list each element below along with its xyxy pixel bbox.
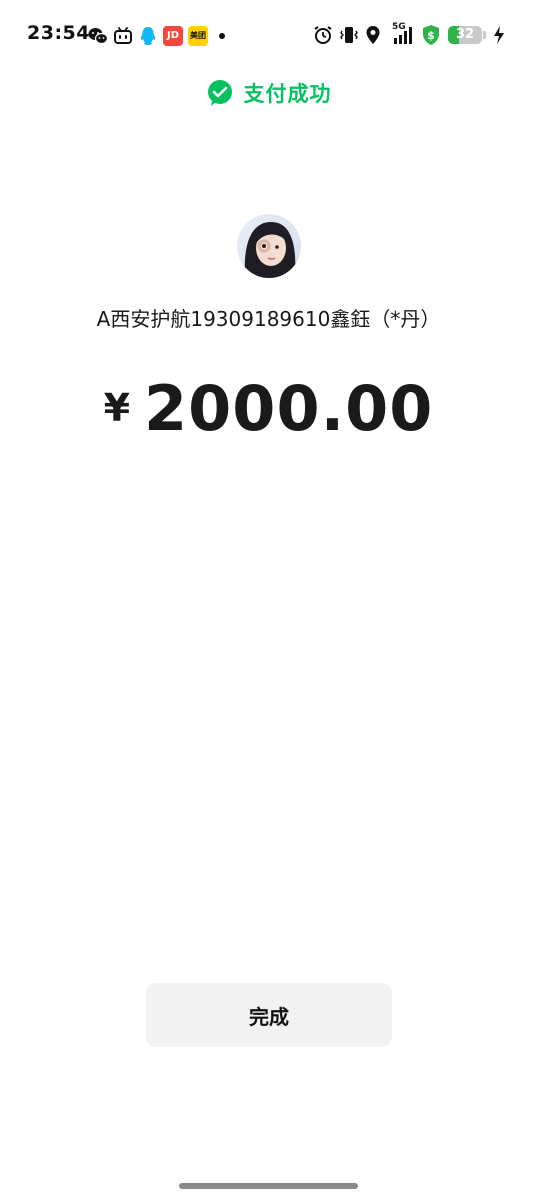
notification-icons: JD 美团 <box>88 24 225 48</box>
charging-bolt-icon <box>493 23 505 47</box>
battery-icon: 32 <box>448 23 486 47</box>
wechat-pay-check-icon <box>206 79 234 107</box>
payment-amount: ¥ 2000.00 <box>0 372 537 445</box>
meituan-icon: 美团 <box>188 26 208 46</box>
bilibili-icon <box>113 26 133 46</box>
payee-name: A西安护航19309189610鑫鈺（*丹） <box>96 307 441 331</box>
status-bar: 23:54 JD 美团 5G $ 32 <box>0 0 537 70</box>
payment-success-header: 支付成功 <box>0 78 537 108</box>
alarm-icon <box>313 23 333 47</box>
security-shield-icon: $ <box>421 23 441 47</box>
home-indicator[interactable] <box>179 1183 358 1189</box>
qq-icon <box>138 26 158 46</box>
status-time: 23:54 <box>27 22 90 44</box>
success-title: 支付成功 <box>243 82 332 106</box>
currency-symbol: ¥ <box>103 386 131 430</box>
wechat-icon <box>88 26 108 46</box>
amount-value: 2000.00 <box>144 372 434 445</box>
vibrate-icon <box>340 23 358 47</box>
done-button[interactable]: 完成 <box>146 983 392 1047</box>
svg-text:$: $ <box>427 29 435 42</box>
location-icon <box>365 23 381 47</box>
system-icons: 5G $ 32 <box>313 22 505 48</box>
battery-level: 32 <box>455 27 475 42</box>
notification-dot-icon <box>219 33 225 39</box>
network-label: 5G <box>392 22 406 32</box>
payee-avatar <box>237 214 301 278</box>
jd-icon: JD <box>163 26 183 46</box>
signal-5g-icon: 5G <box>388 22 414 47</box>
